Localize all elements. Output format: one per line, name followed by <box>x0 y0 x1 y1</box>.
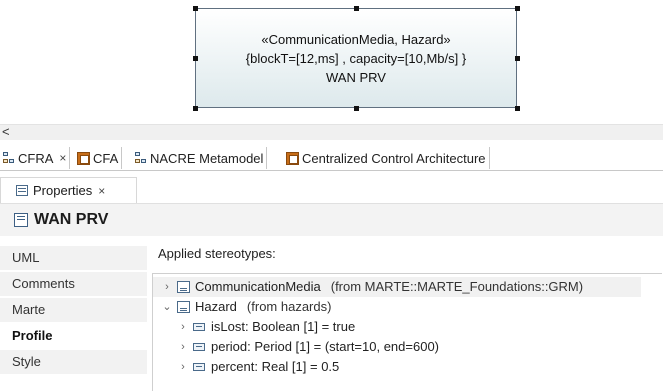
tree-item-percent[interactable]: › percent: Real [1] = 0.5 <box>153 357 339 377</box>
sidebar-item-style[interactable]: Style <box>0 350 147 374</box>
tree-item-islost[interactable]: › isLost: Boolean [1] = true <box>153 317 355 337</box>
resize-handle-ne[interactable] <box>515 6 520 11</box>
page-title: WAN PRV <box>34 211 109 228</box>
resize-handle-sw[interactable] <box>193 106 198 111</box>
property-icon <box>193 343 205 351</box>
node-stereotypes: «CommunicationMedia, Hazard» <box>261 32 451 47</box>
chevron-right-icon[interactable]: › <box>177 337 189 357</box>
close-icon[interactable]: × <box>59 151 66 165</box>
properties-title-bar: WAN PRV <box>0 203 663 236</box>
property-text: period: Period [1] = (start=10, end=600) <box>211 339 440 354</box>
node-name: WAN PRV <box>326 70 386 85</box>
profile-section: Applied stereotypes: › CommunicationMedi… <box>148 236 663 391</box>
sidebar-item-marte[interactable]: Marte <box>0 298 147 322</box>
close-icon[interactable]: × <box>98 184 105 198</box>
properties-icon <box>16 185 28 196</box>
sidebar-item-profile[interactable]: Profile <box>0 324 147 348</box>
chevron-down-icon[interactable]: ⌄ <box>161 297 173 317</box>
tab-cfa[interactable]: CFA <box>77 147 123 169</box>
horizontal-scrollbar[interactable]: < <box>0 124 663 140</box>
tree-item-period[interactable]: › period: Period [1] = (start=10, end=60… <box>153 337 439 357</box>
diagram-canvas[interactable]: «CommunicationMedia, Hazard» {blockT=[12… <box>0 0 663 116</box>
chevron-right-icon[interactable]: › <box>161 277 173 297</box>
uml-block-wan-prv[interactable]: «CommunicationMedia, Hazard» {blockT=[12… <box>195 8 517 108</box>
stereotype-origin: (from hazards) <box>246 299 332 314</box>
resize-handle-n[interactable] <box>354 6 359 11</box>
sidebar-item-uml[interactable]: UML <box>0 246 147 270</box>
tab-label: CFRA <box>18 150 54 166</box>
tab-label: Properties <box>33 183 93 198</box>
editor-tab-bar: CFRA × CFA NACRE Metamodel Centralized C… <box>0 144 663 171</box>
property-icon <box>193 323 205 331</box>
tab-nacre-metamodel[interactable]: NACRE Metamodel <box>135 147 268 169</box>
scroll-left-arrow[interactable]: < <box>2 124 10 139</box>
resize-handle-e[interactable] <box>515 56 520 61</box>
resize-handle-s[interactable] <box>354 106 359 111</box>
tab-properties[interactable]: Properties × <box>0 177 137 203</box>
stereotype-name: Hazard <box>195 299 237 314</box>
applied-stereotypes-label: Applied stereotypes: <box>158 246 276 261</box>
stereotype-origin: (from MARTE::MARTE_Foundations::GRM) <box>330 279 584 294</box>
node-tagged-values: {blockT=[12,ms] , capacity=[10,Mb/s] } <box>245 51 467 66</box>
tab-label: Centralized Control Architecture <box>302 150 486 166</box>
stereotype-icon <box>177 301 190 313</box>
stereotype-icon <box>177 281 190 293</box>
properties-view-tabbar: Properties × <box>0 175 663 203</box>
tree-item-hazard[interactable]: ⌄ Hazard (from hazards) <box>153 297 331 317</box>
property-text: percent: Real [1] = 0.5 <box>211 359 340 374</box>
tab-label: CFA <box>93 150 119 166</box>
chevron-right-icon[interactable]: › <box>177 317 189 337</box>
diagram-icon <box>3 152 15 164</box>
chevron-right-icon[interactable]: › <box>177 357 189 377</box>
stereotype-name: CommunicationMedia <box>195 279 321 294</box>
ibd-icon <box>286 151 299 165</box>
properties-sidebar: UML Comments Marte Profile Style <box>0 246 147 391</box>
resize-handle-nw[interactable] <box>193 6 198 11</box>
block-icon <box>14 213 28 227</box>
diagram-icon <box>135 152 147 164</box>
tab-cfra[interactable]: CFRA × <box>3 147 71 169</box>
resize-handle-se[interactable] <box>515 106 520 111</box>
property-icon <box>193 363 205 371</box>
tab-label: NACRE Metamodel <box>150 150 264 166</box>
stereotype-tree[interactable]: › CommunicationMedia (from MARTE::MARTE_… <box>152 273 662 391</box>
resize-handle-w[interactable] <box>193 56 198 61</box>
property-text: isLost: Boolean [1] = true <box>211 319 356 334</box>
ibd-icon <box>77 151 90 165</box>
tab-centralized-control-architecture[interactable]: Centralized Control Architecture <box>286 147 490 169</box>
sidebar-item-comments[interactable]: Comments <box>0 272 147 296</box>
tree-item-communicationmedia[interactable]: › CommunicationMedia (from MARTE::MARTE_… <box>153 277 641 297</box>
